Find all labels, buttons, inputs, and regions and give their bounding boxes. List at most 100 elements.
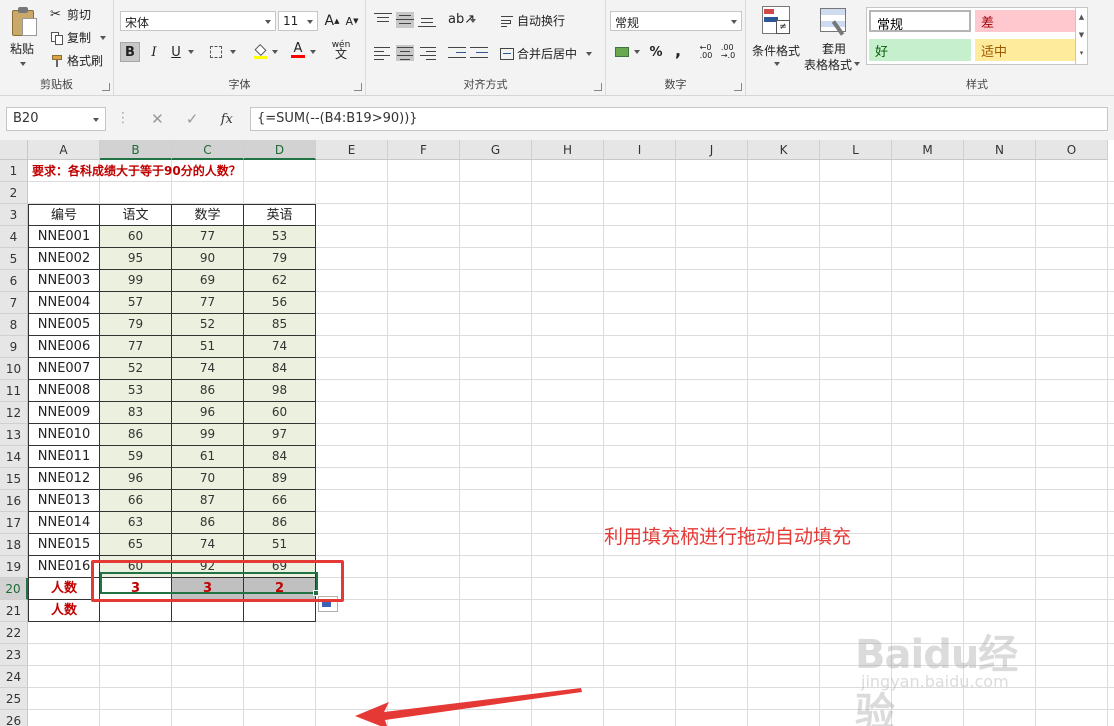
orientation-dropdown-icon[interactable]	[470, 19, 476, 23]
column-header-i[interactable]: I	[604, 140, 676, 160]
score-cell[interactable]: 83	[100, 402, 172, 424]
column-header-j[interactable]: J	[676, 140, 748, 160]
column-header-k[interactable]: K	[748, 140, 820, 160]
record-id-cell[interactable]: NNE004	[28, 292, 100, 314]
row-header-15[interactable]: 15	[0, 468, 28, 490]
record-id-cell[interactable]: NNE001	[28, 226, 100, 248]
name-box-dropdown-icon[interactable]	[93, 118, 99, 122]
borders-button[interactable]	[206, 42, 226, 62]
column-header-h[interactable]: H	[532, 140, 604, 160]
align-left-icon[interactable]	[374, 45, 392, 61]
decrease-indent-icon[interactable]	[448, 45, 466, 61]
align-center-icon[interactable]	[396, 45, 414, 61]
font-color-dropdown-icon[interactable]	[310, 50, 316, 54]
column-header-a[interactable]: A	[28, 140, 100, 160]
score-cell[interactable]: 86	[100, 424, 172, 446]
copy-button[interactable]: 复制	[50, 29, 107, 46]
score-cell[interactable]: 66	[100, 490, 172, 512]
empty-cell[interactable]	[172, 600, 244, 622]
column-header-b[interactable]: B	[100, 140, 172, 160]
orientation-icon[interactable]: ab↗	[448, 12, 475, 28]
fill-color-dropdown-icon[interactable]	[272, 50, 278, 54]
score-cell[interactable]: 97	[244, 424, 316, 446]
align-right-icon[interactable]	[418, 45, 436, 61]
style-good[interactable]: 好	[869, 39, 971, 61]
score-cell[interactable]: 59	[100, 446, 172, 468]
row-header-18[interactable]: 18	[0, 534, 28, 556]
count-label-cell[interactable]: 人数	[28, 578, 100, 600]
score-cell[interactable]: 96	[100, 468, 172, 490]
score-cell[interactable]: 86	[172, 380, 244, 402]
cut-button[interactable]: ✂ 剪切	[50, 6, 91, 23]
row-header-25[interactable]: 25	[0, 688, 28, 710]
formula-bar-grip-icon[interactable]: ⋮	[116, 110, 130, 126]
row-header-2[interactable]: 2	[0, 182, 28, 204]
number-launcher-icon[interactable]	[734, 83, 742, 91]
font-size-dropdown-icon[interactable]	[307, 20, 313, 24]
enter-icon[interactable]: ✓	[186, 110, 199, 128]
grow-font-button[interactable]: A ▲	[322, 11, 342, 31]
format-as-table-dropdown-icon[interactable]	[854, 62, 860, 66]
row-header-3[interactable]: 3	[0, 204, 28, 226]
accounting-format-button[interactable]	[612, 42, 632, 62]
score-cell[interactable]: 60	[100, 226, 172, 248]
font-color-button[interactable]: A	[288, 40, 308, 60]
row-header-5[interactable]: 5	[0, 248, 28, 270]
row-header-6[interactable]: 6	[0, 270, 28, 292]
score-cell[interactable]: 84	[244, 446, 316, 468]
phonetic-button[interactable]: wén 文	[328, 40, 354, 61]
record-id-cell[interactable]: NNE007	[28, 358, 100, 380]
table-header-cell[interactable]: 英语	[244, 204, 316, 226]
copy-dropdown-icon[interactable]	[100, 35, 107, 40]
style-neutral[interactable]: 适中	[975, 39, 1075, 61]
score-cell[interactable]: 70	[172, 468, 244, 490]
align-top-icon[interactable]	[374, 12, 392, 28]
record-id-cell[interactable]: NNE002	[28, 248, 100, 270]
format-as-table-label-1[interactable]: 套用	[822, 40, 846, 57]
font-size-combo[interactable]: 11	[278, 11, 318, 31]
row-header-14[interactable]: 14	[0, 446, 28, 468]
score-cell[interactable]: 99	[100, 270, 172, 292]
score-cell[interactable]: 61	[172, 446, 244, 468]
column-header-m[interactable]: M	[892, 140, 964, 160]
row-header-4[interactable]: 4	[0, 226, 28, 248]
fill-color-button[interactable]	[250, 42, 270, 62]
score-cell[interactable]: 77	[172, 292, 244, 314]
row-header-11[interactable]: 11	[0, 380, 28, 402]
percent-button[interactable]: %	[646, 42, 666, 62]
insert-function-icon[interactable]: fx	[221, 112, 233, 127]
row-header-22[interactable]: 22	[0, 622, 28, 644]
record-id-cell[interactable]: NNE011	[28, 446, 100, 468]
gallery-scroll[interactable]: ▲ ▼ ▾	[1075, 8, 1087, 64]
accounting-dropdown-icon[interactable]	[634, 50, 640, 54]
column-header-e[interactable]: E	[316, 140, 388, 160]
score-cell[interactable]: 51	[244, 534, 316, 556]
score-cell[interactable]: 69	[172, 270, 244, 292]
row-header-9[interactable]: 9	[0, 336, 28, 358]
row-header-21[interactable]: 21	[0, 600, 28, 622]
format-as-table-icon[interactable]	[820, 6, 850, 38]
italic-button[interactable]: I	[144, 42, 164, 62]
score-cell[interactable]: 99	[172, 424, 244, 446]
underline-dropdown-icon[interactable]	[188, 50, 194, 54]
column-header-d[interactable]: D	[244, 140, 316, 160]
align-bottom-icon[interactable]	[418, 12, 436, 28]
record-id-cell[interactable]: NNE015	[28, 534, 100, 556]
cancel-icon[interactable]: ✕	[151, 110, 164, 128]
increase-decimal-button[interactable]: ←0.00	[696, 42, 716, 62]
font-name-dropdown-icon[interactable]	[265, 20, 271, 24]
record-id-cell[interactable]: NNE014	[28, 512, 100, 534]
alignment-launcher-icon[interactable]	[594, 83, 602, 91]
record-id-cell[interactable]: NNE009	[28, 402, 100, 424]
score-cell[interactable]: 53	[244, 226, 316, 248]
score-cell[interactable]: 89	[244, 468, 316, 490]
score-cell[interactable]: 74	[172, 534, 244, 556]
row-header-24[interactable]: 24	[0, 666, 28, 688]
score-cell[interactable]: 77	[172, 226, 244, 248]
font-name-combo[interactable]: 宋体	[120, 11, 276, 31]
score-cell[interactable]: 95	[100, 248, 172, 270]
font-launcher-icon[interactable]	[354, 83, 362, 91]
row-header-13[interactable]: 13	[0, 424, 28, 446]
record-id-cell[interactable]: NNE005	[28, 314, 100, 336]
table-header-cell[interactable]: 语文	[100, 204, 172, 226]
